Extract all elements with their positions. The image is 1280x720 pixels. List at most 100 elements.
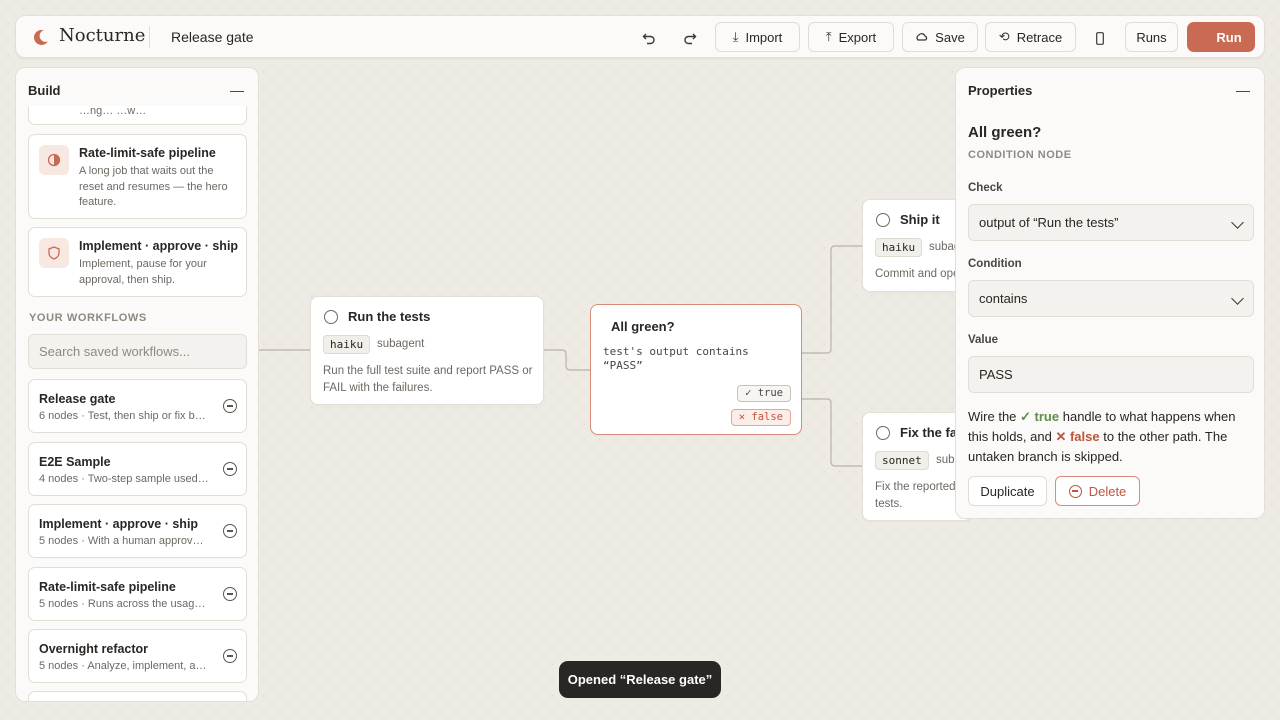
check-select[interactable]: output of “Run the tests” (968, 204, 1254, 241)
template-card-implement-approve-ship[interactable]: Implement · approve · ship Implement, pa… (28, 227, 247, 297)
remove-workflow-icon[interactable] (223, 399, 237, 413)
import-button[interactable]: ⤓ Import (715, 22, 800, 52)
edge-run-tests-to-all-green (544, 349, 590, 371)
workflow-item[interactable]: E2E Sample 4 nodes · Two-step sample use… (28, 442, 247, 496)
export-button[interactable]: ⤒ Export (808, 22, 894, 52)
node-description-line: Fix the reported (875, 481, 956, 493)
workflow-item[interactable]: Overnight refactor 5 nodes · Analyze, im… (28, 629, 247, 683)
value-label: Value (968, 334, 999, 346)
build-panel: Build — …ng… …w… Rate-limit-safe pipelin… (15, 67, 259, 702)
remove-workflow-icon[interactable] (223, 462, 237, 476)
template-name: Implement · approve · ship (79, 239, 239, 253)
selected-node-type: CONDITION NODE (968, 149, 1072, 161)
remove-workflow-icon[interactable] (223, 587, 237, 601)
value-input[interactable] (968, 356, 1254, 393)
import-label: Import (745, 29, 783, 45)
template-card-rate-limit[interactable]: Rate-limit-safe pipeline A long job that… (28, 134, 247, 219)
runs-button[interactable]: Runs (1125, 22, 1178, 52)
run-button[interactable]: Run (1187, 22, 1255, 52)
workflow-search-input[interactable] (28, 334, 247, 369)
chevron-down-icon (1231, 216, 1244, 229)
edge-true-to-ship-it (802, 245, 862, 354)
model-chip: haiku (875, 238, 923, 257)
node-description-line: FAIL with the failures. (323, 382, 433, 394)
template-card-partial[interactable]: …ng… …w… (28, 106, 247, 125)
true-handle[interactable]: ✓ true (737, 385, 791, 402)
condition-select[interactable]: contains (968, 280, 1254, 317)
node-title: Ship it (900, 212, 940, 227)
node-all-green[interactable]: All green? test's output contains “PASS”… (590, 304, 802, 435)
node-description-line: tests. (875, 498, 903, 510)
properties-panel: Properties — All green? CONDITION NODE C… (955, 67, 1265, 519)
duplicate-label: Duplicate (980, 483, 1035, 499)
condition-select-value: contains (979, 291, 1028, 306)
template-partial-text: …ng… …w… (79, 106, 147, 117)
toast-notification: Opened “Release gate” (559, 661, 721, 698)
redo-icon (684, 33, 697, 45)
template-name: Rate-limit-safe pipeline (79, 146, 216, 160)
node-description-line: Run the full test suite and report PASS … (323, 365, 533, 377)
workflow-item[interactable]: Release gate 6 nodes · Test, then ship o… (28, 379, 247, 433)
build-panel-collapse-icon[interactable]: — (230, 82, 244, 98)
remove-workflow-icon[interactable] (223, 649, 237, 663)
workflow-meta: 5 nodes · Runs across the usage-li... (39, 598, 209, 610)
node-description: Fix the reported tests. (875, 479, 956, 513)
redo-button[interactable] (679, 27, 701, 49)
upload-icon: ⤒ (825, 29, 832, 44)
workflow-meta: 5 nodes · Analyze, implement, an... (39, 660, 209, 672)
node-title: Run the tests (348, 309, 431, 324)
undo-button[interactable] (638, 27, 660, 49)
condition-expression: test's output contains “PASS” (603, 345, 749, 373)
delete-button[interactable]: Delete (1055, 476, 1140, 506)
build-panel-scroll[interactable]: …ng… …w… Rate-limit-safe pipeline A long… (16, 106, 258, 701)
brand-divider (149, 26, 150, 48)
workflow-item[interactable]: Rate-limit-safe pipeline 5 nodes · Runs … (28, 567, 247, 621)
brand-name: Nocturne (59, 25, 146, 46)
workflow-title[interactable]: Release gate (171, 29, 254, 45)
condition-help-text: Wire the ✓ true handle to what happens w… (968, 407, 1258, 467)
node-status-indicator (876, 213, 890, 227)
export-label: Export (838, 29, 877, 45)
delete-label: Delete (1088, 483, 1127, 499)
undo-icon (642, 33, 655, 45)
build-panel-title: Build (28, 83, 61, 98)
node-title: Fix the fa (900, 425, 958, 440)
top-bar: Nocturne Release gate ⤓ Import ⤒ Export … (15, 15, 1265, 58)
model-chip: haiku (323, 335, 371, 354)
help-true-label: ✓ true (1020, 409, 1060, 424)
properties-collapse-icon[interactable]: — (1236, 82, 1250, 98)
selected-node-name: All green? (968, 124, 1042, 141)
half-circle-icon (39, 145, 69, 175)
retrace-button[interactable]: ⟲ Retrace (985, 22, 1076, 52)
workflow-name: Implement · approve · ship (39, 517, 199, 531)
remove-workflow-icon[interactable] (223, 524, 237, 538)
workflow-meta: 5 nodes · With a human approval ... (39, 535, 209, 547)
edge-false-to-fix (802, 398, 862, 467)
condition-label: Condition (968, 258, 1022, 270)
runs-label: Runs (1136, 29, 1167, 45)
run-label: Run (1216, 29, 1242, 45)
chevron-down-icon (1231, 292, 1244, 305)
device-preview-button[interactable] (1089, 27, 1111, 49)
node-status-indicator (876, 426, 890, 440)
history-icon: ⟲ (998, 29, 1010, 44)
save-button[interactable]: Save (902, 22, 978, 52)
workflow-item-partial[interactable] (28, 691, 247, 701)
download-icon: ⤓ (732, 29, 739, 44)
node-run-the-tests[interactable]: Run the tests haiku subagent Run the ful… (310, 296, 544, 405)
template-description: A long job that waits out the reset and … (79, 165, 228, 208)
your-workflows-label: YOUR WORKFLOWS (29, 312, 147, 324)
false-handle[interactable]: ✕ false (730, 409, 791, 426)
moon-logo-icon (34, 29, 48, 45)
workflow-name: Release gate (39, 392, 116, 406)
node-description: Commit and ope (875, 268, 960, 280)
model-chip: sonnet (875, 451, 929, 470)
workflow-item[interactable]: Implement · approve · ship 5 nodes · Wit… (28, 504, 247, 558)
workflow-meta: 6 nodes · Test, then ship or fix ba... (39, 410, 209, 422)
node-status-indicator (324, 310, 338, 324)
workflow-name: Rate-limit-safe pipeline (39, 580, 176, 594)
save-label: Save (935, 29, 965, 45)
condition-expression-line: test's output contains (603, 345, 749, 358)
duplicate-button[interactable]: Duplicate (968, 476, 1047, 506)
node-description: Run the full test suite and report PASS … (323, 363, 532, 397)
